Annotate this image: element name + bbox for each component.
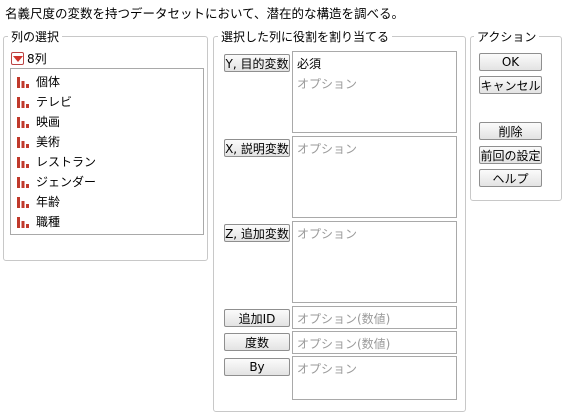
column-menu-button[interactable] <box>11 52 24 65</box>
id-role-button[interactable]: 追加ID <box>224 309 290 327</box>
optional-placeholder: オプション(数値) <box>297 337 391 351</box>
column-name: 美術 <box>36 134 61 149</box>
cancel-button[interactable]: キャンセル <box>479 76 542 94</box>
freq-role-dropbox[interactable]: オプション(数値) <box>292 331 457 354</box>
z-role-button[interactable]: Z, 追加変数 <box>224 224 290 242</box>
column-name: テレビ <box>36 94 73 109</box>
by-role-dropbox[interactable]: オプション <box>292 356 457 400</box>
column-list-item[interactable]: テレビ <box>16 91 72 111</box>
optional-placeholder: オプション(数値) <box>297 312 391 326</box>
red-triangle-icon <box>12 55 23 62</box>
role-assign-title: 選択した列に役割を割り当てる <box>218 28 393 45</box>
column-list-item[interactable]: 職種 <box>16 211 60 231</box>
optional-placeholder: オプション <box>297 362 358 376</box>
column-list-item[interactable]: ジェンダー <box>16 171 96 191</box>
nominal-bar-icon <box>17 96 29 108</box>
help-button[interactable]: ヘルプ <box>479 169 542 187</box>
nominal-bar-icon <box>17 156 29 168</box>
column-name: 映画 <box>36 114 61 129</box>
nominal-bar-icon <box>17 136 29 148</box>
recall-button[interactable]: 前回の設定 <box>479 146 542 164</box>
column-name: 個体 <box>36 74 61 89</box>
id-role-dropbox[interactable]: オプション(数値) <box>292 306 457 329</box>
column-name: レストラン <box>36 154 97 169</box>
by-role-button[interactable]: By <box>224 358 290 376</box>
y-role-dropbox[interactable]: 必須 オプション <box>292 51 457 133</box>
nominal-bar-icon <box>17 196 29 208</box>
column-list-item[interactable]: 年齢 <box>16 191 60 211</box>
x-role-dropbox[interactable]: オプション <box>292 136 457 218</box>
optional-placeholder: オプション <box>297 142 358 156</box>
column-list[interactable]: 個体 テレビ 映画 美術 レストラン ジェンダー 年齢 職種 <box>10 68 204 235</box>
y-role-button[interactable]: Y, 目的変数 <box>224 54 290 72</box>
column-select-title: 列の選択 <box>8 28 63 45</box>
column-list-item[interactable]: レストラン <box>16 151 96 171</box>
ok-button[interactable]: OK <box>479 53 542 71</box>
nominal-bar-icon <box>17 116 29 128</box>
nominal-bar-icon <box>17 176 29 188</box>
actions-title: アクション <box>474 28 540 45</box>
column-name: 年齢 <box>36 194 61 209</box>
dialog-description: 名義尺度の変数を持つデータセットにおいて、潜在的な構造を調べる。 <box>5 6 405 21</box>
column-name: 職種 <box>36 214 61 229</box>
column-list-item[interactable]: 美術 <box>16 131 60 151</box>
column-list-item[interactable]: 個体 <box>16 71 60 91</box>
freq-role-button[interactable]: 度数 <box>224 333 290 351</box>
x-role-button[interactable]: X, 説明変数 <box>224 139 290 157</box>
remove-button[interactable]: 削除 <box>479 122 542 140</box>
optional-placeholder: オプション <box>297 77 358 91</box>
required-label: 必須 <box>297 57 322 71</box>
column-list-item[interactable]: 映画 <box>16 111 60 131</box>
nominal-bar-icon <box>17 76 29 88</box>
column-name: ジェンダー <box>36 174 97 189</box>
column-count-label: 8列 <box>27 52 47 66</box>
nominal-bar-icon <box>17 216 29 228</box>
optional-placeholder: オプション <box>297 227 358 241</box>
z-role-dropbox[interactable]: オプション <box>292 221 457 303</box>
